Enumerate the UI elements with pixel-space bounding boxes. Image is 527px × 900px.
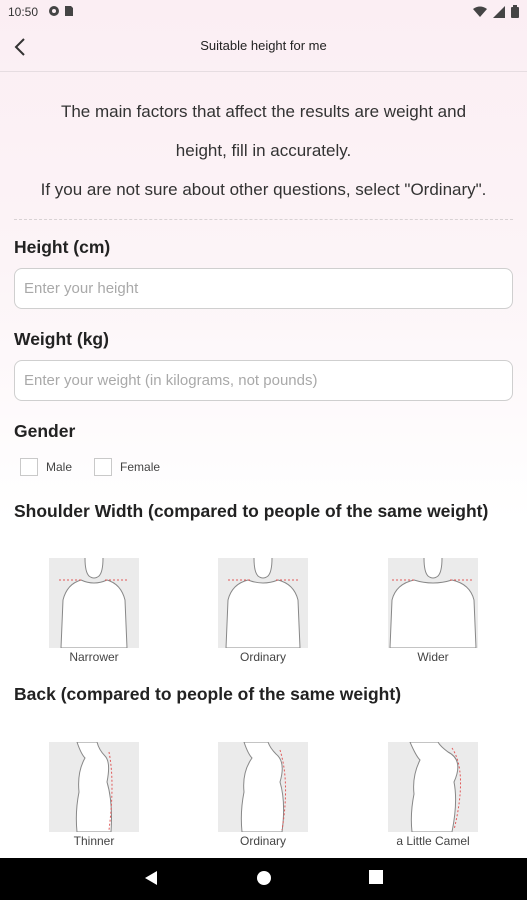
back-thinner-label: Thinner (73, 834, 115, 848)
height-input[interactable] (14, 268, 513, 309)
female-label: Female (120, 460, 161, 474)
back-option-little-camel[interactable]: a Little Camel (373, 742, 493, 848)
recents-square-icon[interactable] (369, 870, 383, 884)
app-bar: Suitable height for me (0, 24, 527, 72)
shoulder-option-ordinary[interactable]: Ordinary (203, 558, 323, 664)
shoulder-option-narrower[interactable]: Narrower (34, 558, 154, 664)
section-divider (14, 219, 513, 220)
back-option-thinner[interactable]: Thinner (34, 742, 154, 848)
weight-input[interactable] (14, 360, 513, 401)
male-label: Male (46, 460, 73, 474)
gear-icon (49, 6, 59, 16)
battery-icon (511, 5, 519, 18)
signal-icon (493, 5, 505, 18)
status-bar: 10:50 (0, 0, 527, 24)
back-ordinary-figure (218, 742, 308, 832)
intro-text: The main factors that affect the results… (14, 92, 513, 209)
back-label: Back (compared to people of the same wei… (14, 684, 402, 704)
back-camel-label: a Little Camel (396, 834, 470, 848)
gender-options: Male Female (20, 458, 160, 476)
back-triangle-icon[interactable] (144, 870, 158, 886)
system-nav-bar (0, 858, 527, 900)
height-label: Height (cm) (14, 237, 111, 257)
shoulder-narrower-label: Narrower (69, 650, 119, 664)
shoulder-label: Shoulder Width (compared to people of th… (14, 501, 489, 521)
female-checkbox[interactable] (94, 458, 113, 476)
shoulder-wider-figure (388, 558, 478, 648)
shoulder-wider-label: Wider (417, 650, 449, 664)
back-thinner-figure (49, 742, 139, 832)
back-option-ordinary[interactable]: Ordinary (203, 742, 323, 848)
shoulder-option-wider[interactable]: Wider (373, 558, 493, 664)
gender-option-male[interactable]: Male (20, 458, 72, 476)
wifi-icon (473, 6, 487, 17)
gender-option-female[interactable]: Female (94, 458, 160, 476)
back-ordinary-label: Ordinary (239, 834, 286, 848)
shoulder-ordinary-label: Ordinary (239, 650, 286, 664)
gender-label: Gender (14, 421, 76, 441)
status-icons-left (48, 5, 74, 17)
intro-line-3: If you are not sure about other question… (40, 180, 487, 199)
shoulder-narrower-figure (49, 558, 139, 648)
page-title: Suitable height for me (200, 38, 327, 53)
intro-line-2: height, fill in accurately. (175, 141, 352, 160)
sim-icon (65, 6, 73, 16)
intro-line-1: The main factors that affect the results… (60, 102, 467, 121)
weight-label: Weight (kg) (14, 329, 109, 349)
home-circle-icon[interactable] (256, 870, 272, 886)
male-checkbox[interactable] (20, 458, 38, 476)
status-icons-right (473, 5, 519, 18)
shoulder-ordinary-figure (218, 558, 308, 648)
back-camel-figure (388, 742, 478, 832)
status-time: 10:50 (8, 5, 39, 19)
